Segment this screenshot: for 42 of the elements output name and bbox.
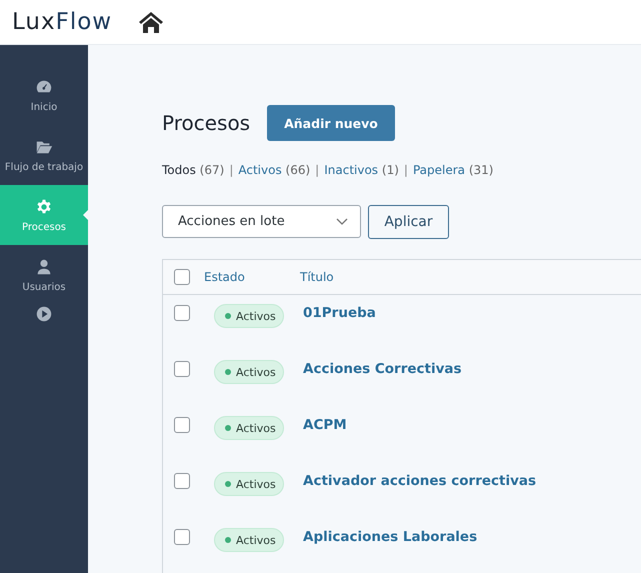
sidebar-item[interactable]: Flujo de trabajo bbox=[0, 125, 88, 185]
apply-button[interactable]: Aplicar bbox=[368, 205, 449, 239]
play-icon bbox=[35, 305, 53, 323]
status-badge: Activos bbox=[214, 528, 284, 552]
sidebar-item[interactable]: Inicio bbox=[0, 65, 88, 125]
status-badge: Activos bbox=[214, 304, 284, 328]
user-icon bbox=[35, 258, 53, 276]
filter-link[interactable]: Papelera (31) bbox=[412, 163, 494, 177]
filter-link[interactable]: Activos (66) bbox=[238, 163, 310, 177]
filter-link[interactable]: Inactivos (1) bbox=[324, 163, 399, 177]
column-header[interactable]: Estado bbox=[204, 270, 300, 284]
select-all-checkbox[interactable] bbox=[174, 269, 190, 285]
home-icon[interactable] bbox=[138, 9, 164, 35]
row-checkbox[interactable] bbox=[174, 417, 190, 433]
separator: | bbox=[404, 163, 408, 177]
separator: | bbox=[315, 163, 320, 177]
row-checkbox[interactable] bbox=[174, 361, 190, 377]
row-checkbox[interactable] bbox=[174, 473, 190, 489]
settings-icon bbox=[35, 198, 53, 216]
sidebar-item[interactable]: Usuarios bbox=[0, 245, 88, 305]
sidebar-label: Flujo de trabajo bbox=[4, 162, 84, 172]
status-badge: Activos bbox=[214, 472, 284, 496]
separator: | bbox=[229, 163, 234, 177]
row-checkbox[interactable] bbox=[174, 529, 190, 545]
process-title-link[interactable]: Aplicaciones Laborales bbox=[303, 529, 478, 545]
sidebar-label: Inicio bbox=[30, 102, 58, 112]
add-new-button[interactable]: Añadir nuevo bbox=[267, 105, 395, 141]
bulk-actions-select[interactable]: Acciones en lote bbox=[162, 205, 361, 238]
process-title-link[interactable]: ACPM bbox=[303, 417, 347, 433]
process-title-link[interactable]: 01Prueba bbox=[303, 305, 376, 321]
row-checkbox[interactable] bbox=[174, 305, 190, 321]
sidebar-label: Usuarios bbox=[22, 282, 66, 292]
process-title-link[interactable]: Acciones Correctivas bbox=[303, 361, 462, 377]
sidebar-label: Procesos bbox=[22, 222, 66, 232]
filter-link[interactable]: Todos (67) bbox=[162, 163, 224, 177]
page-title: Procesos bbox=[162, 111, 250, 135]
status-badge: Activos bbox=[214, 416, 284, 440]
chevron-down-icon bbox=[336, 218, 348, 226]
process-title-link[interactable]: Activador acciones correctivas bbox=[303, 473, 536, 489]
status-badge: Activos bbox=[214, 360, 284, 384]
logo: LuxFlow bbox=[12, 9, 112, 35]
column-header[interactable]: Título bbox=[300, 270, 334, 284]
